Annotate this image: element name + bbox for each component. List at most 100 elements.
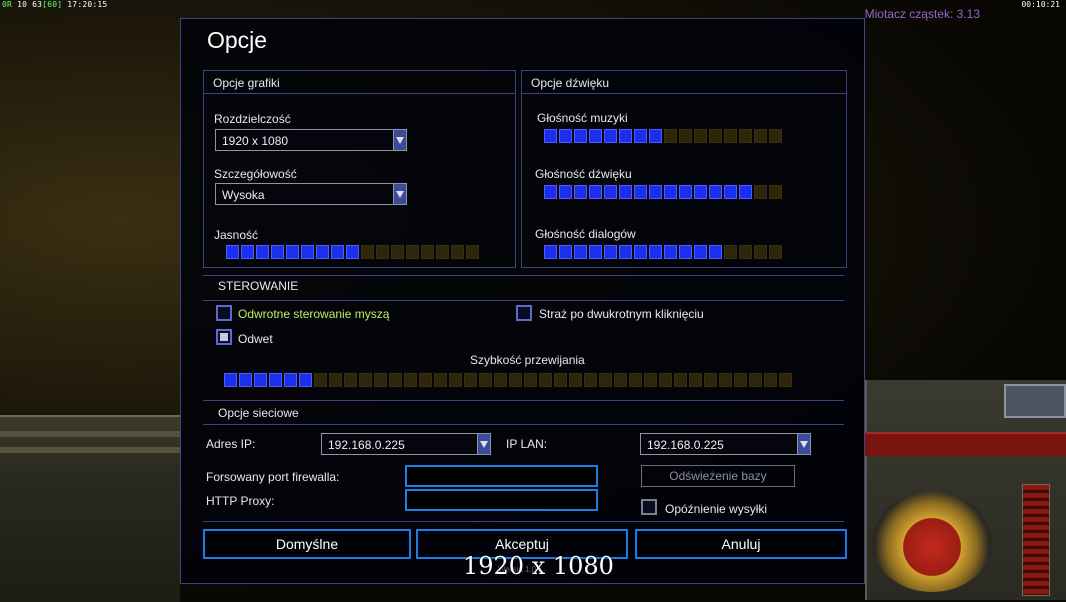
cancel-button[interactable]: Anuluj xyxy=(635,529,847,559)
slider-segment-empty[interactable] xyxy=(421,245,434,259)
slider-segment-filled[interactable] xyxy=(664,185,677,199)
slider-segment-empty[interactable] xyxy=(569,373,582,387)
slider-segment-filled[interactable] xyxy=(544,185,557,199)
slider-segment-empty[interactable] xyxy=(451,245,464,259)
slider-segment-empty[interactable] xyxy=(361,245,374,259)
slider-segment-empty[interactable] xyxy=(314,373,327,387)
slider-segment-filled[interactable] xyxy=(269,373,282,387)
slider-segment-filled[interactable] xyxy=(331,245,344,259)
slider-segment-empty[interactable] xyxy=(419,373,432,387)
slider-segment-filled[interactable] xyxy=(254,373,267,387)
guard-dblclick-checkbox[interactable] xyxy=(516,305,532,321)
slider-segment-empty[interactable] xyxy=(679,129,692,143)
slider-segment-empty[interactable] xyxy=(524,373,537,387)
slider-segment-filled[interactable] xyxy=(604,245,617,259)
slider-segment-filled[interactable] xyxy=(589,129,602,143)
slider-segment-filled[interactable] xyxy=(574,129,587,143)
slider-segment-empty[interactable] xyxy=(734,373,747,387)
slider-segment-filled[interactable] xyxy=(649,185,662,199)
slider-segment-empty[interactable] xyxy=(769,185,782,199)
slider-segment-empty[interactable] xyxy=(449,373,462,387)
chevron-down-icon[interactable] xyxy=(393,130,406,150)
slider-segment-filled[interactable] xyxy=(239,373,252,387)
slider-segment-filled[interactable] xyxy=(619,185,632,199)
refresh-database-button[interactable]: Odświeżenie bazy xyxy=(641,465,795,487)
slider-segment-filled[interactable] xyxy=(619,129,632,143)
lan-ip-dropdown[interactable]: 192.168.0.225 xyxy=(640,433,811,455)
slider-segment-filled[interactable] xyxy=(226,245,239,259)
slider-segment-empty[interactable] xyxy=(694,129,707,143)
slider-segment-empty[interactable] xyxy=(719,373,732,387)
slider-segment-empty[interactable] xyxy=(689,373,702,387)
voice-volume-slider[interactable] xyxy=(544,245,782,259)
slider-segment-empty[interactable] xyxy=(779,373,792,387)
slider-segment-filled[interactable] xyxy=(299,373,312,387)
slider-segment-empty[interactable] xyxy=(769,129,782,143)
detail-dropdown[interactable]: Wysoka xyxy=(215,183,407,205)
slider-segment-empty[interactable] xyxy=(629,373,642,387)
slider-segment-filled[interactable] xyxy=(619,245,632,259)
slider-segment-empty[interactable] xyxy=(329,373,342,387)
slider-segment-filled[interactable] xyxy=(679,185,692,199)
slider-segment-filled[interactable] xyxy=(604,129,617,143)
slider-segment-filled[interactable] xyxy=(649,245,662,259)
slider-segment-filled[interactable] xyxy=(589,185,602,199)
slider-segment-filled[interactable] xyxy=(224,373,237,387)
slider-segment-filled[interactable] xyxy=(604,185,617,199)
slider-segment-empty[interactable] xyxy=(674,373,687,387)
slider-segment-filled[interactable] xyxy=(316,245,329,259)
slider-segment-filled[interactable] xyxy=(649,129,662,143)
slider-segment-empty[interactable] xyxy=(389,373,402,387)
slider-segment-filled[interactable] xyxy=(634,129,647,143)
slider-segment-filled[interactable] xyxy=(709,185,722,199)
slider-segment-filled[interactable] xyxy=(739,185,752,199)
slider-segment-empty[interactable] xyxy=(724,245,737,259)
firewall-port-input[interactable] xyxy=(405,465,598,487)
slider-segment-filled[interactable] xyxy=(256,245,269,259)
slider-segment-filled[interactable] xyxy=(694,185,707,199)
slider-segment-empty[interactable] xyxy=(724,129,737,143)
send-delay-checkbox[interactable] xyxy=(641,499,657,515)
slider-segment-filled[interactable] xyxy=(679,245,692,259)
slider-segment-empty[interactable] xyxy=(404,373,417,387)
brightness-slider[interactable] xyxy=(226,245,479,259)
slider-segment-empty[interactable] xyxy=(584,373,597,387)
slider-segment-empty[interactable] xyxy=(494,373,507,387)
slider-segment-empty[interactable] xyxy=(764,373,777,387)
defaults-button[interactable]: Domyślne xyxy=(203,529,411,559)
slider-segment-empty[interactable] xyxy=(376,245,389,259)
slider-segment-filled[interactable] xyxy=(574,185,587,199)
http-proxy-input[interactable] xyxy=(405,489,598,511)
sfx-volume-slider[interactable] xyxy=(544,185,782,199)
slider-segment-filled[interactable] xyxy=(544,129,557,143)
slider-segment-filled[interactable] xyxy=(286,245,299,259)
slider-segment-empty[interactable] xyxy=(406,245,419,259)
chevron-down-icon[interactable] xyxy=(797,434,810,454)
slider-segment-filled[interactable] xyxy=(694,245,707,259)
slider-segment-empty[interactable] xyxy=(539,373,552,387)
slider-segment-empty[interactable] xyxy=(739,129,752,143)
slider-segment-filled[interactable] xyxy=(634,185,647,199)
slider-segment-empty[interactable] xyxy=(509,373,522,387)
slider-segment-empty[interactable] xyxy=(599,373,612,387)
slider-segment-empty[interactable] xyxy=(749,373,762,387)
slider-segment-empty[interactable] xyxy=(709,129,722,143)
slider-segment-empty[interactable] xyxy=(704,373,717,387)
slider-segment-empty[interactable] xyxy=(374,373,387,387)
slider-segment-empty[interactable] xyxy=(464,373,477,387)
slider-segment-filled[interactable] xyxy=(559,245,572,259)
slider-segment-filled[interactable] xyxy=(559,129,572,143)
slider-segment-filled[interactable] xyxy=(301,245,314,259)
slider-segment-filled[interactable] xyxy=(241,245,254,259)
slider-segment-empty[interactable] xyxy=(391,245,404,259)
slider-segment-filled[interactable] xyxy=(559,185,572,199)
music-volume-slider[interactable] xyxy=(544,129,782,143)
slider-segment-empty[interactable] xyxy=(754,245,767,259)
slider-segment-empty[interactable] xyxy=(466,245,479,259)
slider-segment-empty[interactable] xyxy=(754,129,767,143)
slider-segment-empty[interactable] xyxy=(644,373,657,387)
chevron-down-icon[interactable] xyxy=(477,434,490,454)
slider-segment-filled[interactable] xyxy=(634,245,647,259)
slider-segment-empty[interactable] xyxy=(754,185,767,199)
slider-segment-empty[interactable] xyxy=(479,373,492,387)
